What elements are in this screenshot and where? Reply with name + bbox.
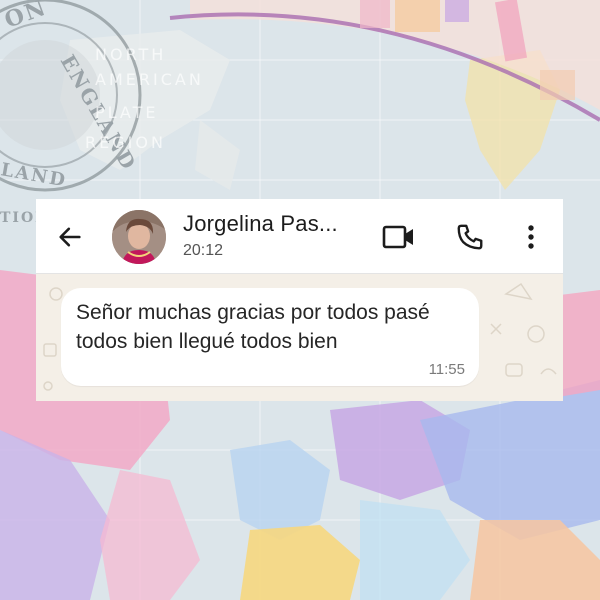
back-button[interactable] — [54, 221, 86, 253]
map-label-north: NORTH — [95, 45, 166, 64]
map-label-region: REGION — [85, 133, 166, 152]
chat-screenshot: Jorgelina Pas... 20:12 Señor muchas grac… — [36, 199, 563, 401]
chat-header: Jorgelina Pas... 20:12 — [36, 199, 563, 274]
more-vertical-icon — [528, 225, 534, 249]
message-timestamp: 11:55 — [428, 361, 465, 378]
video-call-button[interactable] — [381, 219, 417, 255]
chat-body: Señor muchas gracias por todos pasé todo… — [36, 274, 563, 401]
voice-call-button[interactable] — [452, 219, 488, 255]
arrow-left-icon — [59, 227, 81, 247]
incoming-message-bubble[interactable]: Señor muchas gracias por todos pasé todo… — [61, 288, 479, 386]
contact-photo — [112, 210, 166, 264]
phone-icon — [457, 224, 483, 250]
map-label-plate: PLATE — [95, 103, 159, 122]
avatar[interactable] — [112, 210, 166, 264]
last-seen-time: 20:12 — [183, 242, 224, 259]
map-label-american: AMERICAN — [95, 70, 204, 89]
more-options-button[interactable] — [513, 219, 549, 255]
contact-name[interactable]: Jorgelina Pas... — [183, 211, 338, 237]
message-text: Señor muchas gracias por todos pasé todo… — [76, 301, 430, 353]
video-camera-icon — [382, 225, 413, 249]
